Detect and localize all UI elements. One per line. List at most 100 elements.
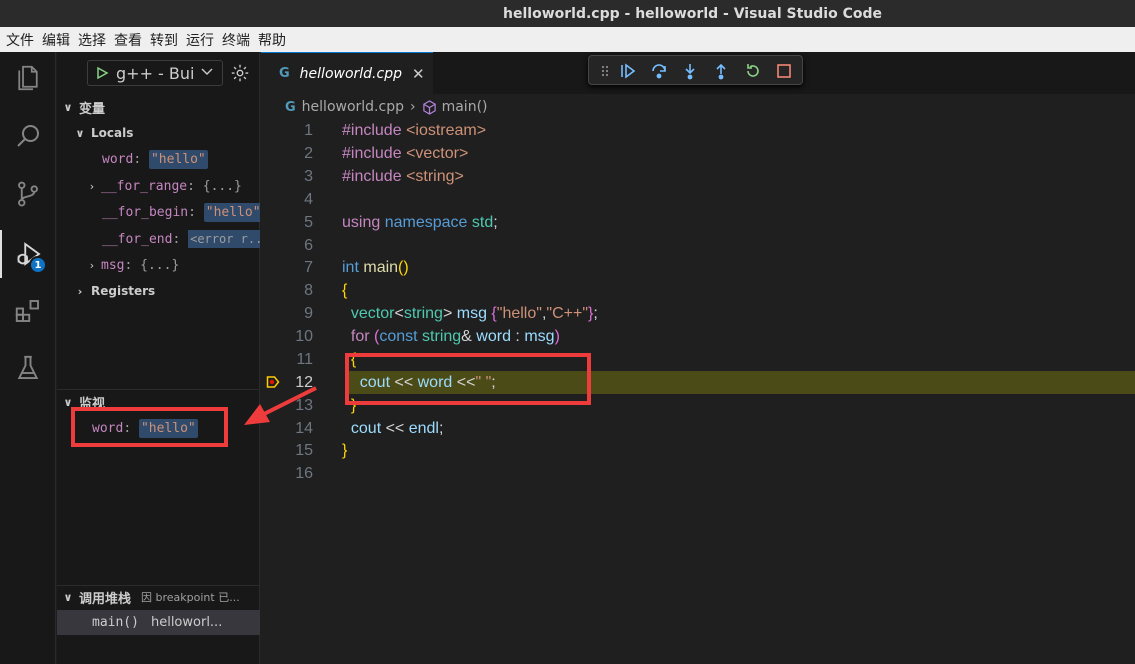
callstack-frame[interactable]: main() helloworl... (57, 610, 260, 635)
line-number: 15 (295, 442, 313, 459)
menu-file[interactable]: 文件 (6, 30, 34, 50)
code-line: } (342, 442, 348, 459)
menu-run[interactable]: 运行 (186, 30, 214, 50)
line-number: 8 (304, 282, 313, 299)
code-line: { (342, 282, 348, 299)
variable-value: <error r... (188, 230, 260, 248)
stop-icon[interactable] (774, 61, 794, 81)
annotation-box-code (345, 353, 591, 405)
colon: : (188, 204, 204, 220)
divider (57, 389, 260, 390)
colon: : (133, 151, 149, 167)
close-icon[interactable]: ✕ (412, 65, 425, 83)
files-icon (18, 65, 38, 91)
variables-title: 变量 (79, 101, 106, 117)
drag-handle-icon[interactable] (595, 61, 615, 81)
breadcrumb-file[interactable]: helloworld.cpp (302, 99, 404, 115)
extensions-button[interactable] (0, 287, 56, 335)
search-icon (17, 125, 39, 147)
callstack-header[interactable]: ∨ 调用堆栈 因 breakpoint 已... (57, 586, 260, 608)
variable-row[interactable]: word: "hello" (57, 146, 260, 172)
run-debug-button[interactable]: 1 (0, 230, 56, 278)
menu-edit[interactable]: 编辑 (42, 30, 70, 50)
line-number: 9 (304, 305, 313, 322)
variable-value: "hello" (203, 202, 260, 222)
testing-button[interactable] (0, 344, 56, 392)
registers-label: Registers (91, 284, 156, 298)
source-control-icon (18, 181, 38, 207)
source-control-button[interactable] (0, 170, 56, 218)
chevron-down-icon: ∨ (75, 126, 85, 140)
variable-value: {...} (202, 178, 242, 194)
frame-file: helloworl... (150, 615, 223, 630)
editor-area: G helloworld.cpp ✕ G helloworld.cpp › ma… (261, 52, 1135, 664)
locals-label: Locals (91, 126, 134, 140)
tab-label: helloworld.cpp (299, 65, 402, 82)
variable-row[interactable]: __for_end: <error r... (57, 226, 260, 252)
breadcrumb-symbol[interactable]: main() (442, 99, 488, 115)
menu-bar: 文件 编辑 选择 查看 转到 运行 终端 帮助 (0, 27, 1135, 52)
variable-row[interactable]: __for_begin: "hello" (57, 199, 260, 225)
breadcrumb: G helloworld.cpp › main() (261, 94, 1135, 120)
search-button[interactable] (0, 112, 56, 160)
code-line: vector<string> msg {"hello","C++"}; (350, 305, 598, 322)
debug-toolbar (588, 55, 803, 85)
line-number: 5 (304, 214, 313, 231)
line-number: 3 (304, 168, 313, 185)
cpp-file-icon: G (285, 99, 296, 115)
activity-bar: 1 (0, 52, 56, 664)
title-bar: helloworld.cpp - helloworld - Visual Stu… (0, 0, 1135, 27)
chevron-right-icon: › (409, 99, 416, 115)
variable-name: __for_begin (102, 204, 189, 220)
menu-selection[interactable]: 选择 (78, 30, 106, 50)
flask-icon (17, 355, 39, 379)
variable-name: __for_end (102, 231, 173, 247)
locals-scope[interactable]: ∨ Locals (57, 122, 260, 144)
chevron-right-icon: › (89, 258, 95, 272)
variable-value: "hello" (148, 149, 208, 169)
callstack-status: 因 breakpoint 已... (141, 591, 240, 604)
line-number: 16 (295, 465, 313, 482)
line-number: 1 (304, 122, 313, 139)
line-number: 7 (304, 259, 313, 276)
gear-icon[interactable] (229, 62, 251, 84)
extensions-icon (15, 300, 39, 322)
menu-help[interactable]: 帮助 (258, 30, 286, 50)
step-over-icon[interactable] (649, 61, 669, 81)
colon: : (172, 231, 189, 247)
colon: : (187, 178, 203, 194)
vscode-window: helloworld.cpp - helloworld - Visual Stu… (0, 0, 1135, 664)
variable-name: word (102, 151, 134, 167)
variable-row[interactable]: › msg: {...} (57, 252, 260, 278)
line-number: 10 (295, 328, 313, 345)
code-line: cout << endl; (350, 420, 444, 437)
menu-go[interactable]: 转到 (150, 30, 178, 50)
debug-sidebar: g++ - Build ∨ 变量 ∨ Locals word: "hello" … (57, 52, 260, 664)
continue-icon[interactable] (618, 61, 638, 81)
chevron-down-icon (200, 65, 214, 81)
code-line: #include <string> (342, 168, 464, 185)
registers-scope[interactable]: › Registers (57, 280, 260, 302)
code-line: int main() (342, 259, 409, 276)
step-into-icon[interactable] (680, 61, 700, 81)
step-out-icon[interactable] (711, 61, 731, 81)
chevron-down-icon: ∨ (63, 590, 73, 604)
annotation-arrow (244, 386, 317, 425)
callstack-title: 调用堆栈 (79, 591, 132, 607)
restart-icon[interactable] (743, 61, 763, 81)
run-config-dropdown[interactable]: g++ - Build (87, 60, 223, 86)
menu-view[interactable]: 查看 (114, 30, 142, 50)
code-line: #include <vector> (342, 145, 469, 162)
run-config-label: g++ - Build (116, 63, 196, 83)
chevron-down-icon: ∨ (63, 100, 73, 114)
start-debugging-icon[interactable] (88, 66, 116, 80)
line-number: 11 (296, 351, 313, 368)
debug-badge: 1 (29, 256, 47, 274)
tab-helloworld[interactable]: G helloworld.cpp ✕ (261, 52, 433, 94)
variables-header[interactable]: ∨ 变量 (57, 96, 260, 118)
menu-terminal[interactable]: 终端 (222, 30, 250, 50)
explorer-button[interactable] (0, 54, 56, 102)
cube-icon (422, 99, 436, 115)
code-line: #include <iostream> (342, 122, 487, 139)
variable-row[interactable]: › __for_range: {...} (57, 173, 260, 199)
